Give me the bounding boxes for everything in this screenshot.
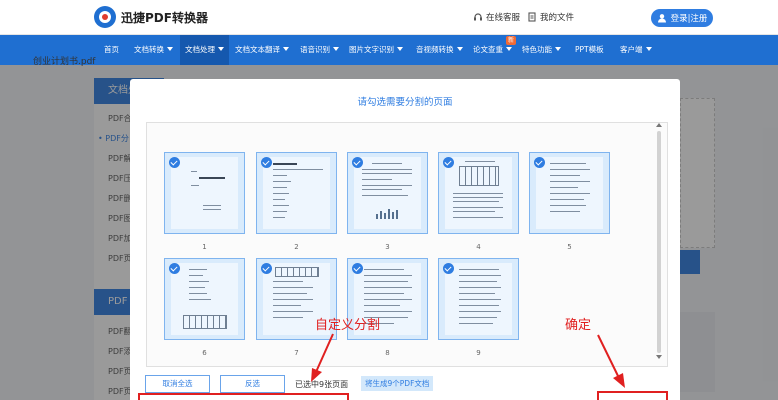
checkmark-icon[interactable] [443,157,454,168]
checkmark-icon[interactable] [169,263,180,274]
checkmark-icon[interactable] [443,263,454,274]
annotation-arrows [311,333,625,388]
checkmark-icon[interactable] [261,157,272,168]
checkmark-icon[interactable] [261,263,272,274]
checkmark-icon[interactable] [352,157,363,168]
checkmark-icon[interactable] [169,157,180,168]
checkmark-icon[interactable] [352,263,363,274]
checkmark-icon[interactable] [534,157,545,168]
